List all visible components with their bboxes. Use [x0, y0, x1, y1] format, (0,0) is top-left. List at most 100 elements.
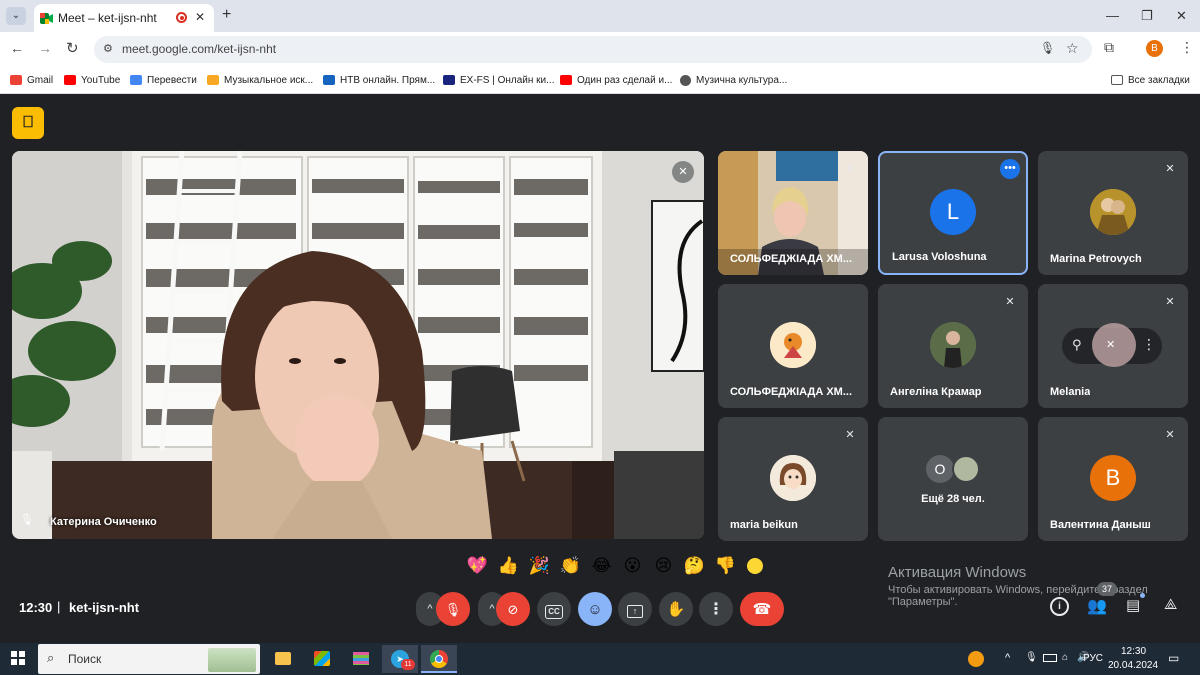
participant-avatar: B: [1090, 455, 1136, 501]
reload-icon[interactable]: ↻: [66, 39, 79, 57]
pin-icon[interactable]: ⚲: [1072, 337, 1082, 353]
meeting-details-icon[interactable]: i: [1050, 597, 1069, 616]
others-tile[interactable]: O Ещё 28 чел.: [878, 417, 1028, 541]
file-explorer-app[interactable]: [265, 645, 301, 673]
globe-icon: [680, 74, 691, 86]
more-options-icon[interactable]: •••: [1000, 159, 1020, 179]
bookmark-music-art[interactable]: Музыкальное иск...: [207, 72, 313, 88]
battery-icon[interactable]: [1043, 654, 1057, 662]
reactions-button[interactable]: ☺: [578, 592, 612, 626]
tray-overflow-icon[interactable]: ^: [1005, 652, 1010, 664]
raise-hand-button[interactable]: ✋: [659, 592, 693, 626]
store-app[interactable]: [304, 645, 340, 673]
tab-search-button[interactable]: ⌄: [6, 7, 26, 25]
meeting-time: 12:30: [19, 600, 53, 615]
meet-controls-bar: 12:30 | ket-ijsn-nht ^ 🎙 ^ ⊘ CC ☺ ↑ ✋ ⋮ …: [0, 582, 1200, 643]
main-audio-indicator-icon: 🎙: [20, 514, 34, 526]
microphone-off-button[interactable]: 🎙: [436, 592, 470, 626]
participant-tile[interactable]: B ✕ Валентина Даныш: [1038, 417, 1188, 541]
clock-time[interactable]: 12:30: [1121, 646, 1146, 657]
others-avatar: [952, 455, 980, 483]
more-options-button[interactable]: ⋮: [699, 592, 733, 626]
reaction-heart[interactable]: 💖: [462, 556, 493, 576]
telegram-app[interactable]: ➤ 11: [382, 645, 418, 673]
chrome-app[interactable]: [421, 645, 457, 673]
start-icon[interactable]: [11, 651, 25, 670]
network-icon[interactable]: ⌂: [1062, 652, 1068, 663]
bookmark-gmail[interactable]: Gmail: [10, 72, 53, 88]
search-placeholder: Поиск: [68, 652, 102, 666]
bookmark-exfs[interactable]: EX-FS | Онлайн ки...: [443, 72, 554, 88]
back-icon[interactable]: ←: [10, 40, 24, 56]
bookmark-translate[interactable]: Перевести: [130, 72, 197, 88]
new-tab-button[interactable]: +: [222, 6, 231, 24]
tray-mic-icon[interactable]: 🎙: [1025, 652, 1038, 663]
people-icon[interactable]: 👥: [1087, 596, 1107, 616]
microphone-icon[interactable]: 🎙: [1040, 41, 1055, 55]
mute-participant-icon[interactable]: ✕: [1106, 338, 1115, 351]
participant-avatar: [930, 322, 976, 368]
app-library[interactable]: [343, 645, 379, 673]
participant-tile[interactable]: ✕ ⚲ ✕ ⋮ Melania: [1038, 284, 1188, 408]
notifications-icon[interactable]: ▭: [1168, 651, 1179, 665]
participant-tile[interactable]: ✕ Ангеліна Крамар: [878, 284, 1028, 408]
clock-date[interactable]: 20.04.2024: [1108, 660, 1158, 671]
bookmark-ntv[interactable]: НТВ онлайн. Прям...: [323, 72, 435, 88]
maximize-icon[interactable]: ❐: [1141, 8, 1153, 24]
meeting-info-icon[interactable]: ⎕: [12, 107, 44, 139]
address-bar[interactable]: ⚙ meet.google.com/ket-ijsn-nht 🎙 ☆: [94, 36, 1092, 63]
participant-tile-active[interactable]: L ••• Larusa Voloshuna: [878, 151, 1028, 275]
present-screen-button[interactable]: ↑: [618, 592, 652, 626]
hand-icon: ✋: [666, 601, 686, 618]
activities-icon[interactable]: ⟁: [1164, 596, 1177, 613]
menu-kebab-icon[interactable]: ⋮: [1180, 39, 1194, 56]
reaction-surprised[interactable]: 😮: [617, 556, 648, 576]
captions-button[interactable]: CC: [537, 592, 571, 626]
close-tab-icon[interactable]: ✕: [195, 10, 205, 24]
meet-favicon-icon: [40, 11, 53, 24]
bookmark-music-culture[interactable]: Музична культура...: [680, 72, 787, 88]
bookmark-youtube[interactable]: YouTube: [64, 72, 120, 88]
chat-icon[interactable]: ▤: [1126, 596, 1140, 614]
leave-call-button[interactable]: ☎: [740, 592, 784, 626]
close-window-icon[interactable]: ✕: [1176, 8, 1187, 24]
reaction-sad[interactable]: 😢: [648, 556, 679, 576]
folder-icon: [1111, 75, 1123, 85]
all-bookmarks[interactable]: Все закладки: [1111, 72, 1190, 88]
url-text[interactable]: meet.google.com/ket-ijsn-nht: [122, 42, 276, 56]
reaction-party[interactable]: 🎉: [524, 556, 555, 576]
participant-tile[interactable]: СОЛЬФЕДЖІАДА ХМ...: [718, 284, 868, 408]
taskbar-search-box[interactable]: ⌕ Поиск: [38, 644, 260, 674]
library-icon: [353, 652, 369, 665]
participant-tile[interactable]: ✕ СОЛЬФЕДЖІАДА ХМ...: [718, 151, 868, 275]
participant-name: Валентина Даныш: [1050, 519, 1151, 531]
bookmark-youtube-2[interactable]: Один раз сделай и...: [560, 72, 672, 88]
reaction-thumbs-up[interactable]: 👍: [493, 556, 524, 576]
input-language[interactable]: РУС: [1083, 653, 1103, 664]
tile-hover-controls: ⚲ ✕ ⋮: [1062, 323, 1162, 367]
bookmark-star-icon[interactable]: ☆: [1066, 40, 1079, 57]
forward-icon[interactable]: →: [38, 40, 52, 56]
skin-tone-icon[interactable]: [747, 558, 763, 574]
profile-avatar[interactable]: B: [1146, 40, 1163, 57]
tile-more-options-icon[interactable]: ⋮: [1142, 336, 1156, 353]
reaction-laugh[interactable]: 😂: [586, 556, 617, 576]
search-highlight-image: [208, 648, 256, 672]
participant-name: СОЛЬФЕДЖІАДА ХМ...: [730, 386, 852, 398]
reaction-thinking[interactable]: 🤔: [679, 556, 710, 576]
reaction-thumbs-down[interactable]: 👎: [710, 556, 741, 576]
participant-tile[interactable]: ✕ Marina Petrovych: [1038, 151, 1188, 275]
weather-icon[interactable]: [968, 651, 984, 667]
participant-name: Ангеліна Крамар: [890, 386, 982, 398]
recording-icon: [176, 12, 187, 23]
camera-off-button[interactable]: ⊘: [496, 592, 530, 626]
minimize-icon[interactable]: —: [1106, 8, 1119, 23]
main-video-tile[interactable]: ✕ 🎙 Катерина Очиченко: [12, 151, 704, 539]
participant-tile[interactable]: ✕ maria beikun: [718, 417, 868, 541]
browser-tab-meet[interactable]: Meet – ket-ijsn-nht ✕: [34, 4, 214, 32]
reaction-clap[interactable]: 👏: [555, 556, 586, 576]
main-participant-name: Катерина Очиченко: [50, 516, 157, 528]
extensions-icon[interactable]: ⧉: [1104, 39, 1114, 56]
site-settings-icon[interactable]: ⚙: [103, 42, 113, 55]
participant-name: Marina Petrovych: [1050, 253, 1142, 265]
